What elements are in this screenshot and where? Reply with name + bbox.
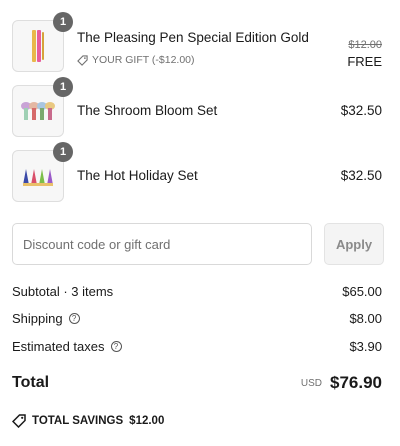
tag-icon [77, 54, 88, 66]
original-price: $12.00 [348, 39, 382, 51]
total-savings: TOTAL SAVINGS $12.00 [12, 414, 164, 428]
taxes-label: Estimated taxes [12, 339, 105, 354]
total-value: $76.90 [330, 373, 382, 392]
mushroom-set-icon [21, 102, 55, 120]
total-currency: USD [300, 378, 322, 389]
line-item: 1 The Shroom Bloom Set $32.50 [12, 77, 384, 137]
shipping-label-group: Shipping ? [12, 311, 80, 326]
item-name: The Hot Holiday Set [77, 168, 198, 183]
shipping-value: $8.00 [349, 311, 382, 326]
line-item: 1 The Hot Holiday Set $32.50 [12, 142, 384, 202]
quantity-badge: 1 [53, 142, 73, 162]
item-price: $32.50 [340, 103, 382, 118]
quantity-badge: 1 [53, 12, 73, 32]
total-label: Total [12, 374, 50, 391]
apply-discount-button[interactable]: Apply [324, 223, 384, 265]
help-icon[interactable]: ? [68, 313, 80, 324]
tag-icon [12, 414, 26, 428]
savings-value: $12.00 [129, 415, 165, 427]
item-name: The Pleasing Pen Special Edition Gold [77, 30, 309, 45]
shipping-label: Shipping [12, 311, 63, 326]
pen-icon [32, 30, 44, 62]
gift-text: YOUR GIFT (-$12.00) [92, 54, 195, 66]
gift-label: YOUR GIFT (-$12.00) [77, 54, 195, 66]
item-price: $32.50 [340, 168, 382, 183]
holiday-set-icon [23, 169, 53, 186]
subtotal-label: Subtotal · 3 items [12, 284, 114, 299]
quantity-badge: 1 [53, 77, 73, 97]
subtotal-value: $65.00 [342, 284, 382, 299]
discount-code-input[interactable] [12, 223, 312, 265]
taxes-value: $3.90 [349, 339, 382, 354]
item-name: The Shroom Bloom Set [77, 103, 218, 118]
help-icon[interactable]: ? [110, 341, 122, 352]
item-price: FREE [347, 54, 382, 69]
taxes-label-group: Estimated taxes ? [12, 339, 122, 354]
line-item: 1 The Pleasing Pen Special Edition Gold … [12, 12, 384, 72]
savings-label: TOTAL SAVINGS [32, 415, 124, 427]
